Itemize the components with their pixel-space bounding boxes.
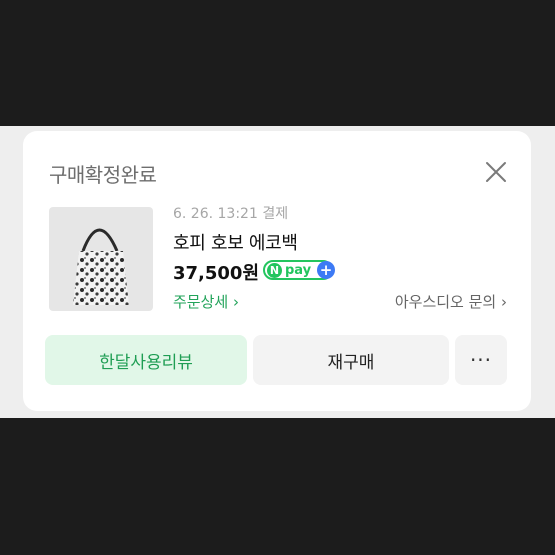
seller-inquiry-link[interactable]: 아우스디오 문의 › bbox=[395, 291, 507, 312]
plus-icon: + bbox=[317, 261, 335, 279]
seller-inquiry-label: 아우스디오 문의 bbox=[394, 293, 497, 311]
order-detail-label: 주문상세 bbox=[173, 293, 229, 311]
chevron-right-icon: › bbox=[232, 293, 239, 311]
product-price: 37,500원 bbox=[173, 263, 260, 284]
npay-text: pay bbox=[285, 262, 312, 278]
bag-image bbox=[73, 228, 129, 305]
order-datetime: 6. 26. 13:21 결제 bbox=[173, 206, 289, 222]
order-card: 구매확정완료 6. 26. 13:21 결제 호피 호보 에코백 37,500원… bbox=[23, 131, 531, 411]
npay-n-icon: N bbox=[267, 262, 282, 278]
order-detail-link[interactable]: 주문상세 › bbox=[173, 291, 239, 312]
product-name[interactable]: 호피 호보 에코백 bbox=[173, 229, 298, 255]
review-button[interactable]: 한달사용리뷰 bbox=[45, 335, 247, 385]
npay-badge-icon: N pay + bbox=[263, 260, 335, 280]
more-options-button[interactable]: ··· bbox=[455, 335, 507, 385]
card-title: 구매확정완료 bbox=[49, 163, 157, 187]
rebuy-button[interactable]: 재구매 bbox=[253, 335, 449, 385]
chevron-right-icon: › bbox=[501, 293, 507, 311]
close-icon[interactable] bbox=[485, 161, 507, 183]
product-thumbnail[interactable] bbox=[49, 207, 153, 311]
